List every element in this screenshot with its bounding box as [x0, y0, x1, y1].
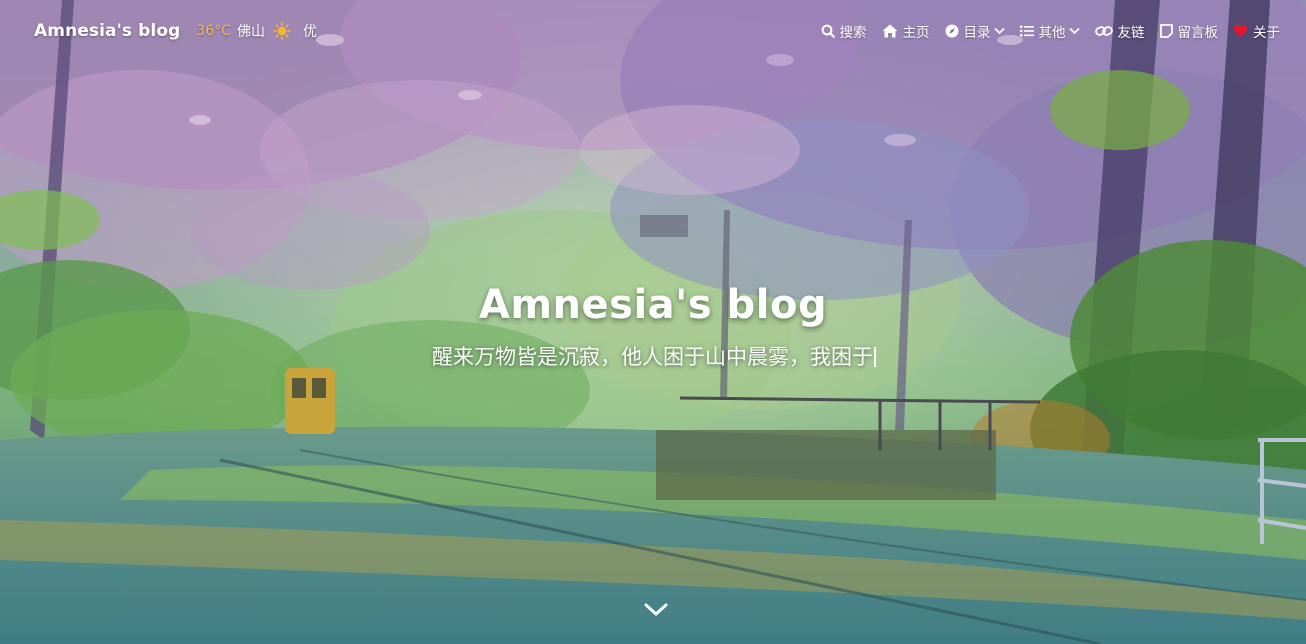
- list-icon: [1019, 25, 1034, 37]
- nav-item-label: 友链: [1117, 25, 1145, 41]
- chevron-down-icon: [1068, 27, 1080, 35]
- nav-item-search[interactable]: 搜索: [821, 21, 867, 41]
- nav-item-label: 关于: [1253, 25, 1280, 41]
- typing-cursor: [874, 347, 876, 367]
- nav-menu: 搜索 主页 目录 其他 友链 留言板 关于: [806, 21, 1280, 41]
- search-icon: [821, 24, 835, 38]
- home-icon: [882, 24, 898, 38]
- nav-item-catalog[interactable]: 目录: [945, 21, 1005, 41]
- scroll-down-button[interactable]: [642, 598, 670, 622]
- hero-subtitle-text: 醒来万物皆是沉寂，他人困于山中晨雾，我困于: [432, 345, 873, 369]
- nav-item-guestbook[interactable]: 留言板: [1159, 21, 1219, 41]
- hero-title: Amnesia's blog: [478, 282, 828, 328]
- nav-item-label: 留言板: [1177, 25, 1219, 41]
- nav-item-label: 目录: [963, 25, 991, 41]
- nav-item-label: 搜索: [839, 25, 867, 41]
- compass-icon: [945, 24, 959, 38]
- chevron-down-icon: [644, 603, 668, 616]
- note-icon: [1159, 24, 1173, 38]
- weather-city: 佛山: [237, 24, 265, 40]
- nav-item-label: 其他: [1038, 25, 1066, 41]
- chevron-down-icon: [993, 27, 1005, 35]
- weather-widget: 36°C 佛山 优: [196, 21, 317, 41]
- hero-subtitle: 醒来万物皆是沉寂，他人困于山中晨雾，我困于: [0, 341, 1306, 371]
- nav-item-friend-links[interactable]: 友链: [1094, 21, 1145, 41]
- sun-icon: [273, 22, 291, 40]
- site-name-link[interactable]: Amnesia's blog: [34, 21, 180, 41]
- nav-item-about[interactable]: 关于: [1233, 21, 1280, 41]
- nav-item-label: 主页: [902, 25, 930, 41]
- heart-icon: [1233, 24, 1248, 38]
- link-icon: [1094, 24, 1113, 38]
- weather-temperature: 36°C: [196, 23, 231, 39]
- air-quality: 优: [303, 24, 317, 40]
- nav-item-home[interactable]: 主页: [882, 21, 930, 41]
- navbar-left: Amnesia's blog 36°C 佛山 优: [34, 21, 317, 41]
- top-navbar: Amnesia's blog 36°C 佛山 优 搜索 主页 目录 其他 友链 …: [0, 0, 1306, 62]
- nav-item-other[interactable]: 其他: [1019, 21, 1080, 41]
